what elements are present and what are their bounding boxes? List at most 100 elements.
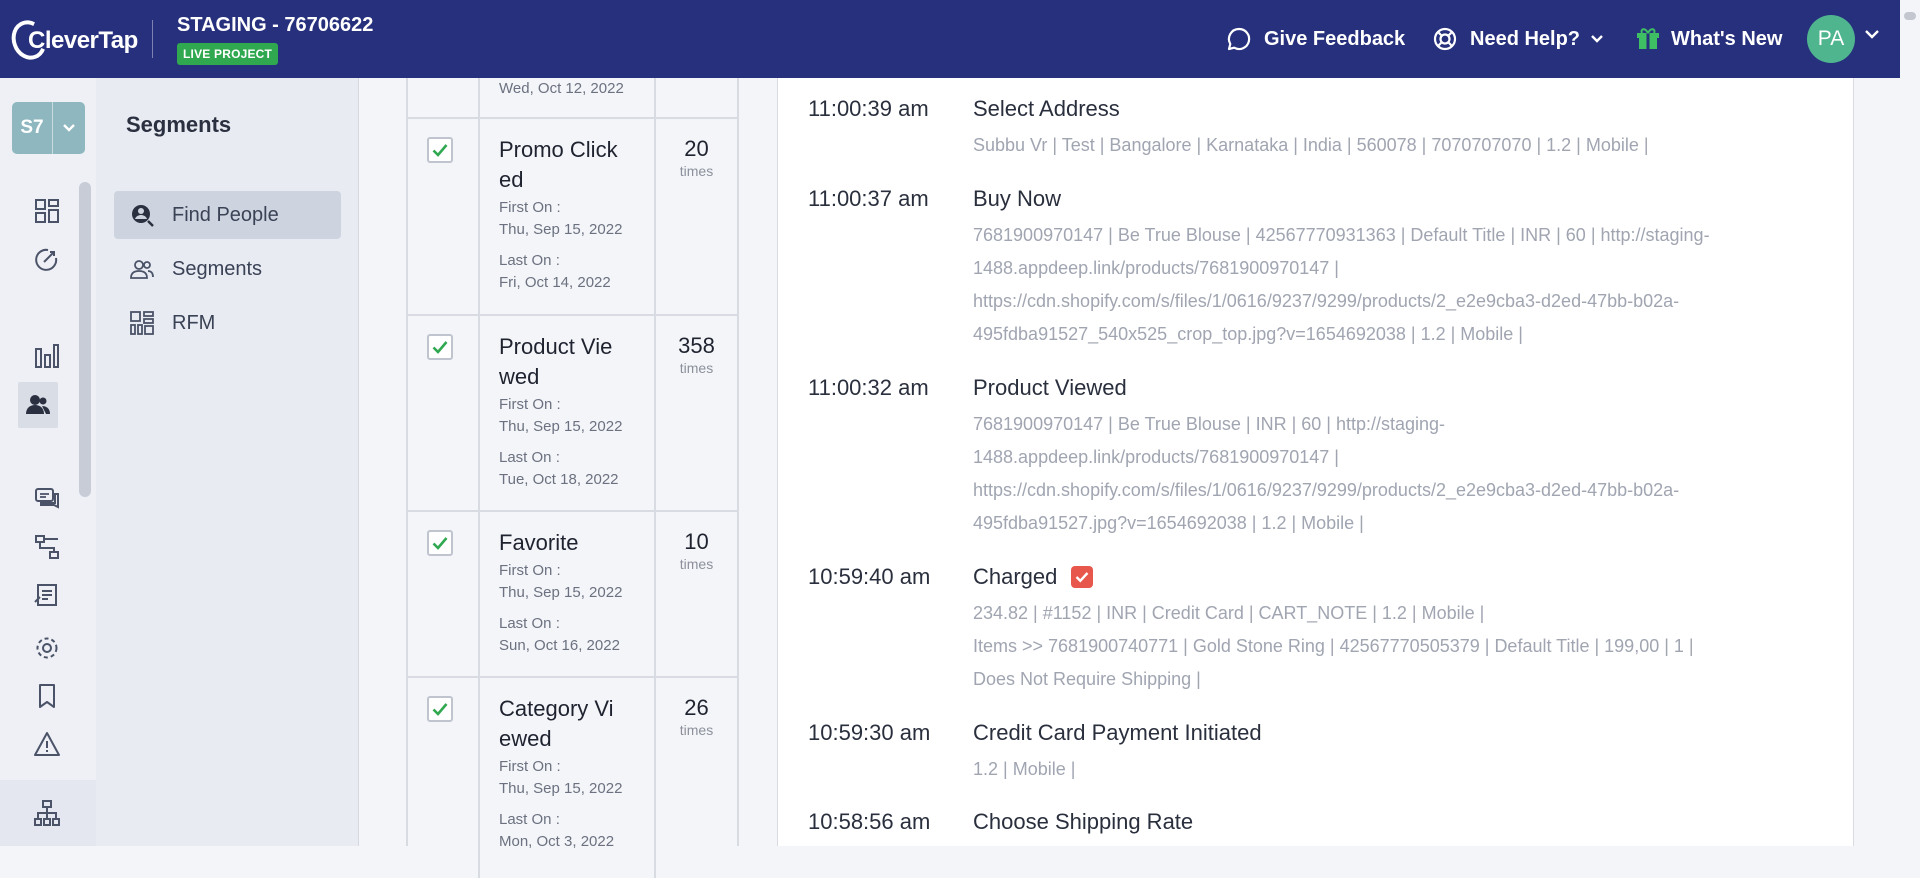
activity-time: 11:00:32 am (808, 375, 929, 400)
messages-icon[interactable] (34, 486, 60, 512)
left-icon-rail: S7 (0, 78, 96, 846)
rail-scrollbar[interactable] (79, 182, 91, 497)
event-name-cont: ewed (499, 726, 552, 751)
nav-find-people-label: Find People (172, 203, 279, 226)
nav-segments[interactable]: Segments (114, 245, 341, 293)
chevron-down-icon[interactable] (1864, 28, 1880, 40)
analytics-tools-icon[interactable] (34, 246, 60, 272)
first-on-date: Thu, Sep 15, 2022 (499, 780, 623, 797)
header-divider (152, 20, 153, 58)
first-on-label: First On : (499, 199, 561, 216)
scrollbar-thumb[interactable] (1904, 12, 1916, 20)
chevron-down-icon (52, 102, 85, 154)
segments-panel-title: Segments (126, 112, 232, 137)
event-name: Product Vie (499, 334, 613, 359)
event-name-cont: ed (499, 167, 524, 192)
journeys-icon[interactable] (34, 534, 60, 560)
people-group-icon (130, 257, 154, 281)
project-name[interactable]: STAGING - 76706622 (177, 14, 373, 37)
times-label: times (679, 163, 714, 179)
give-feedback-label: Give Feedback (1264, 27, 1406, 50)
table-row: Category Vi ewed First On : Thu, Sep 15,… (408, 678, 737, 878)
activity-time: 11:00:37 am (808, 186, 929, 211)
activity-properties: Subbu Vr | Test | Bangalore | Karnataka … (973, 135, 1649, 155)
first-on-label: First On : (499, 758, 561, 775)
last-on-label: Last On : (499, 811, 560, 828)
last-on-date: Fri, Oct 14, 2022 (499, 274, 611, 291)
segments-panel: Segments Find People Segments RFM (96, 78, 359, 846)
settings-icon[interactable] (34, 635, 60, 661)
checkmark-icon (432, 537, 448, 550)
chevron-down-icon (1591, 35, 1603, 43)
first-on-date: Thu, Sep 15, 2022 (499, 221, 623, 238)
activity-properties: 7681900970147 | Be True Blouse | 4256777… (973, 225, 1710, 344)
events-table: Wed, Oct 12, 2022 Promo Click ed First O… (406, 78, 739, 878)
first-on-label: First On : (499, 562, 561, 579)
event-checkbox[interactable] (427, 137, 453, 163)
give-feedback-button[interactable]: Give Feedback (1226, 24, 1405, 54)
checkmark-icon (432, 144, 448, 157)
activity-properties: 7681900970147 | Be True Blouse | INR | 6… (973, 414, 1680, 533)
event-count: 20 (684, 136, 709, 161)
top-navigation-bar: CleverTap STAGING - 76706622 LIVE PROJEC… (0, 0, 1920, 78)
checkbox-checked-icon (1071, 566, 1094, 588)
nav-segments-label: Segments (172, 257, 263, 280)
nav-find-people[interactable]: Find People (114, 191, 341, 239)
event-name: Favorite (499, 530, 579, 555)
chat-bubble-icon (1227, 27, 1251, 51)
alert-icon[interactable] (34, 731, 60, 757)
logo-text: CleverTap (28, 27, 138, 54)
last-on-date: Sun, Oct 16, 2022 (499, 637, 620, 654)
find-people-icon (130, 203, 154, 227)
charts-icon[interactable] (34, 343, 60, 369)
event-name: Promo Click (499, 137, 618, 162)
activity-event-name: Charged (973, 564, 1094, 590)
segments-people-icon[interactable] (18, 382, 58, 428)
dashboard-icon[interactable] (34, 198, 60, 224)
project-switcher[interactable]: S7 (12, 102, 85, 154)
whats-new-button[interactable]: What's New (1637, 24, 1782, 54)
activity-time: 10:58:56 am (808, 809, 931, 834)
event-count: 26 (684, 695, 709, 720)
gift-icon (1637, 28, 1659, 49)
event-checkbox[interactable] (427, 696, 453, 722)
campaign-list-icon[interactable] (34, 582, 60, 608)
need-help-dropdown[interactable]: Need Help? (1432, 24, 1604, 54)
org-hierarchy-icon[interactable] (34, 800, 60, 826)
whats-new-label: What's New (1671, 27, 1783, 50)
times-label: times (679, 556, 714, 572)
checkmark-icon (432, 341, 448, 354)
last-on-date: Mon, Oct 3, 2022 (499, 833, 615, 850)
need-help-label: Need Help? (1470, 27, 1581, 50)
event-count: 10 (684, 529, 709, 554)
last-on-date: Wed, Oct 12, 2022 (499, 80, 624, 97)
activity-timeline: 11:00:39 am Select Address Subbu Vr | Te… (777, 78, 1854, 846)
times-label: times (679, 722, 714, 738)
last-on-date: Tue, Oct 18, 2022 (499, 471, 619, 488)
lifebuoy-icon (1433, 27, 1457, 51)
activity-event-name: Select Address (973, 96, 1120, 121)
times-label: times (679, 360, 714, 376)
activity-event-name: Choose Shipping Rate (973, 809, 1194, 834)
page-scrollbar[interactable] (1900, 0, 1920, 846)
checkmark-icon (432, 703, 448, 716)
rfm-grid-icon (130, 311, 154, 335)
event-checkbox[interactable] (427, 334, 453, 360)
user-avatar[interactable]: PA (1807, 15, 1855, 63)
last-on-label: Last On : (499, 615, 560, 632)
activity-time: 10:59:30 am (808, 720, 931, 745)
event-checkbox[interactable] (427, 530, 453, 556)
table-row: Promo Click ed First On : Thu, Sep 15, 2… (408, 119, 737, 316)
first-on-date: Thu, Sep 15, 2022 (499, 584, 623, 601)
table-row: Product Vie wed First On : Thu, Sep 15, … (408, 316, 737, 512)
project-code: S7 (20, 117, 44, 138)
event-count: 358 (678, 333, 715, 358)
nav-rfm[interactable]: RFM (114, 299, 341, 347)
activity-properties: 234.82 | #1152 | INR | Credit Card | CAR… (973, 603, 1694, 689)
activity-event-name: Product Viewed (973, 375, 1127, 400)
bookmark-icon[interactable] (34, 683, 60, 709)
main-content: Wed, Oct 12, 2022 Promo Click ed First O… (360, 78, 1900, 878)
activity-properties: 1.2 | Mobile | (973, 759, 1076, 779)
last-on-label: Last On : (499, 252, 560, 269)
nav-rfm-label: RFM (172, 311, 216, 334)
